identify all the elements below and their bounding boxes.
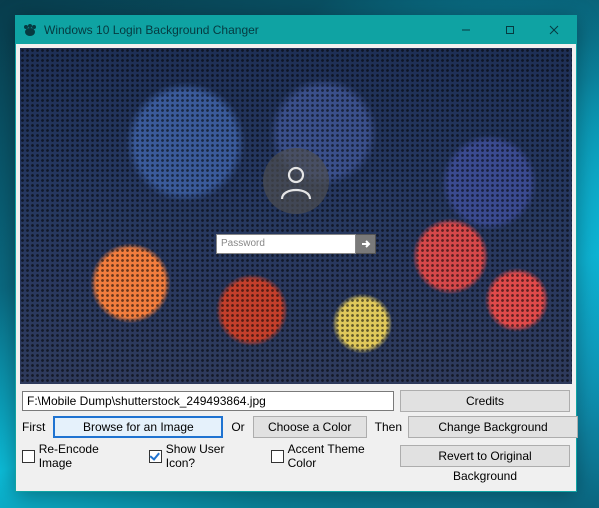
label-then: Then: [375, 420, 402, 434]
app-icon: [22, 22, 38, 38]
desktop-background: Windows 10 Login Background Changer: [0, 0, 599, 508]
maximize-button[interactable]: [488, 16, 532, 44]
checkbox-box-icon: [22, 450, 35, 463]
checkbox-box-icon: [149, 450, 162, 463]
label-first: First: [22, 420, 45, 434]
row-actions: First Browse for an Image Or Choose a Co…: [22, 416, 570, 438]
credits-button[interactable]: Credits: [400, 390, 570, 412]
reencode-label: Re-Encode Image: [39, 442, 133, 470]
choose-color-button[interactable]: Choose a Color: [253, 416, 367, 438]
revert-background-button[interactable]: Revert to Original Background: [400, 445, 570, 467]
reencode-checkbox[interactable]: Re-Encode Image: [22, 442, 133, 470]
window-controls: [444, 16, 576, 44]
close-button[interactable]: [532, 16, 576, 44]
row-options: Re-Encode Image Show User Icon? Accent T…: [22, 442, 570, 470]
window-content: Password Credits First Browse for an Ima…: [16, 44, 576, 491]
login-preview: Password: [20, 48, 572, 384]
app-window: Windows 10 Login Background Changer: [15, 15, 577, 492]
row-path: Credits: [22, 390, 570, 412]
browse-image-button[interactable]: Browse for an Image: [53, 416, 223, 438]
accent-theme-checkbox[interactable]: Accent Theme Color: [271, 442, 394, 470]
minimize-button[interactable]: [444, 16, 488, 44]
accent-theme-label: Accent Theme Color: [288, 442, 394, 470]
show-user-icon-checkbox[interactable]: Show User Icon?: [149, 442, 255, 470]
submit-arrow-icon: [356, 234, 376, 254]
controls-panel: Credits First Browse for an Image Or Cho…: [16, 390, 576, 480]
user-avatar-icon: [263, 148, 329, 214]
show-user-icon-label: Show User Icon?: [166, 442, 255, 470]
image-path-input[interactable]: [22, 391, 394, 411]
label-or: Or: [231, 420, 244, 434]
change-background-button[interactable]: Change Background: [408, 416, 578, 438]
checkbox-box-icon: [271, 450, 284, 463]
password-field-preview: Password: [216, 234, 376, 254]
titlebar[interactable]: Windows 10 Login Background Changer: [16, 16, 576, 44]
password-input-preview: Password: [216, 234, 356, 254]
window-title: Windows 10 Login Background Changer: [44, 23, 259, 37]
